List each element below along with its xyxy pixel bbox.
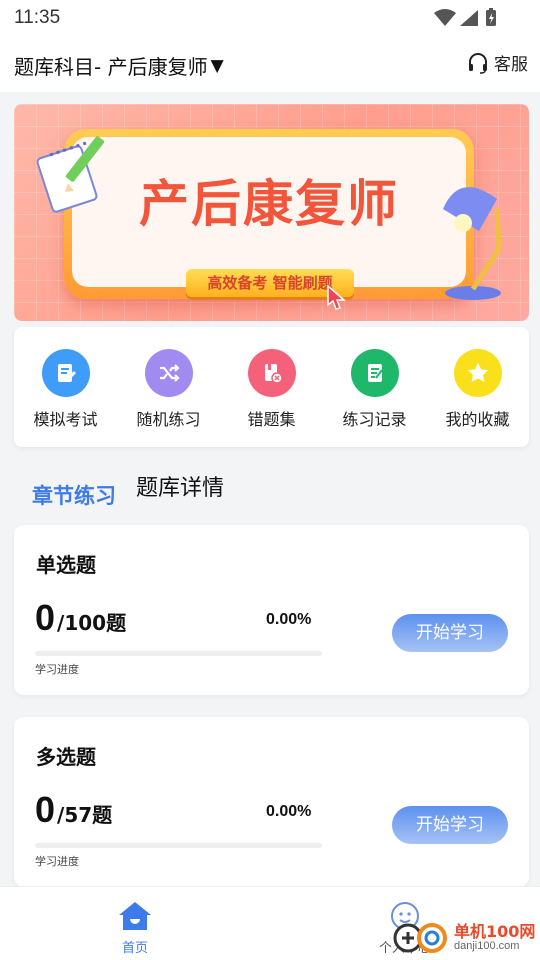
quick-action-error-set[interactable]: 错题集	[220, 327, 323, 447]
nav-home[interactable]: 首页	[110, 901, 160, 956]
progress-bar	[35, 843, 322, 848]
start-learning-button[interactable]: 开始学习	[392, 614, 508, 652]
status-bar: 11:35	[0, 0, 540, 36]
tab-bank-details[interactable]: 题库详情	[136, 470, 224, 502]
quick-action-label: 练习记录	[342, 410, 407, 429]
total-count: /100题	[57, 611, 127, 635]
total-count: /57题	[57, 803, 113, 827]
status-icons	[434, 8, 496, 26]
top-bar: 题库科目- 产后康复师 ▼ 客服	[0, 36, 540, 92]
cursor-icon	[327, 284, 346, 310]
quick-action-label: 错题集	[247, 410, 296, 429]
quick-action-favorites[interactable]: 我的收藏	[426, 327, 529, 447]
progress-label: 学习进度	[35, 663, 79, 676]
caret-down-icon: ▼	[210, 55, 224, 76]
home-icon	[119, 902, 151, 930]
watermark-url: danji100.com	[454, 940, 520, 952]
wifi-icon	[434, 9, 456, 26]
signal-icon	[460, 10, 478, 26]
quick-action-label: 模拟考试	[33, 410, 98, 429]
question-type-card: 多选题 0 /57题 0.00% 学习进度 开始学习	[14, 717, 529, 887]
watermark-title: 单机100网	[454, 922, 536, 941]
promo-banner[interactable]: 产后康复师 高效备考 智能刷题	[14, 104, 529, 321]
section-tabs: 章节练习 题库详情	[32, 470, 224, 510]
headset-icon	[469, 52, 487, 74]
card-count: 0 /57题	[35, 789, 112, 831]
quick-action-practice-record[interactable]: 练习记录	[323, 327, 426, 447]
banner-title: 产后康复师	[139, 175, 399, 233]
quick-action-label: 随机练习	[136, 410, 201, 429]
customer-service-button[interactable]: 客服	[467, 50, 528, 75]
progress-percent: 0.00%	[266, 611, 312, 628]
battery-icon	[486, 8, 496, 26]
error-set-icon	[247, 349, 296, 397]
card-title: 单选题	[36, 553, 96, 577]
shuffle-icon	[144, 349, 193, 397]
notebook-pencil-icon	[36, 136, 105, 213]
start-learning-button[interactable]: 开始学习	[392, 806, 508, 844]
lamp-icon	[443, 187, 502, 300]
quick-action-random-practice[interactable]: 随机练习	[117, 327, 220, 447]
service-label: 客服	[494, 55, 528, 75]
question-type-card: 单选题 0 /100题 0.00% 学习进度 开始学习	[14, 525, 529, 695]
quick-actions: 模拟考试 随机练习 错题集 练习记录 我的收藏	[14, 327, 529, 447]
quick-action-label: 我的收藏	[445, 410, 510, 429]
nav-home-label: 首页	[121, 941, 148, 956]
watermark-logo-icon	[393, 923, 447, 953]
progress-percent: 0.00%	[266, 803, 312, 820]
tab-chapter-practice[interactable]: 章节练习	[32, 480, 116, 510]
exam-icon	[41, 349, 90, 397]
card-count: 0 /100题	[35, 597, 126, 639]
subject-label: 题库科目- 产后康复师	[14, 55, 208, 79]
star-icon	[453, 349, 502, 397]
site-watermark: 单机100网 danji100.com	[392, 914, 540, 960]
progress-bar	[35, 651, 322, 656]
done-count: 0	[35, 597, 56, 638]
card-title: 多选题	[36, 745, 96, 769]
record-icon	[350, 349, 399, 397]
quick-action-mock-exam[interactable]: 模拟考试	[14, 327, 117, 447]
done-count: 0	[35, 789, 56, 830]
status-time: 11:35	[14, 7, 61, 28]
progress-label: 学习进度	[35, 855, 79, 868]
subject-selector[interactable]: 题库科目- 产后康复师 ▼	[14, 51, 224, 80]
